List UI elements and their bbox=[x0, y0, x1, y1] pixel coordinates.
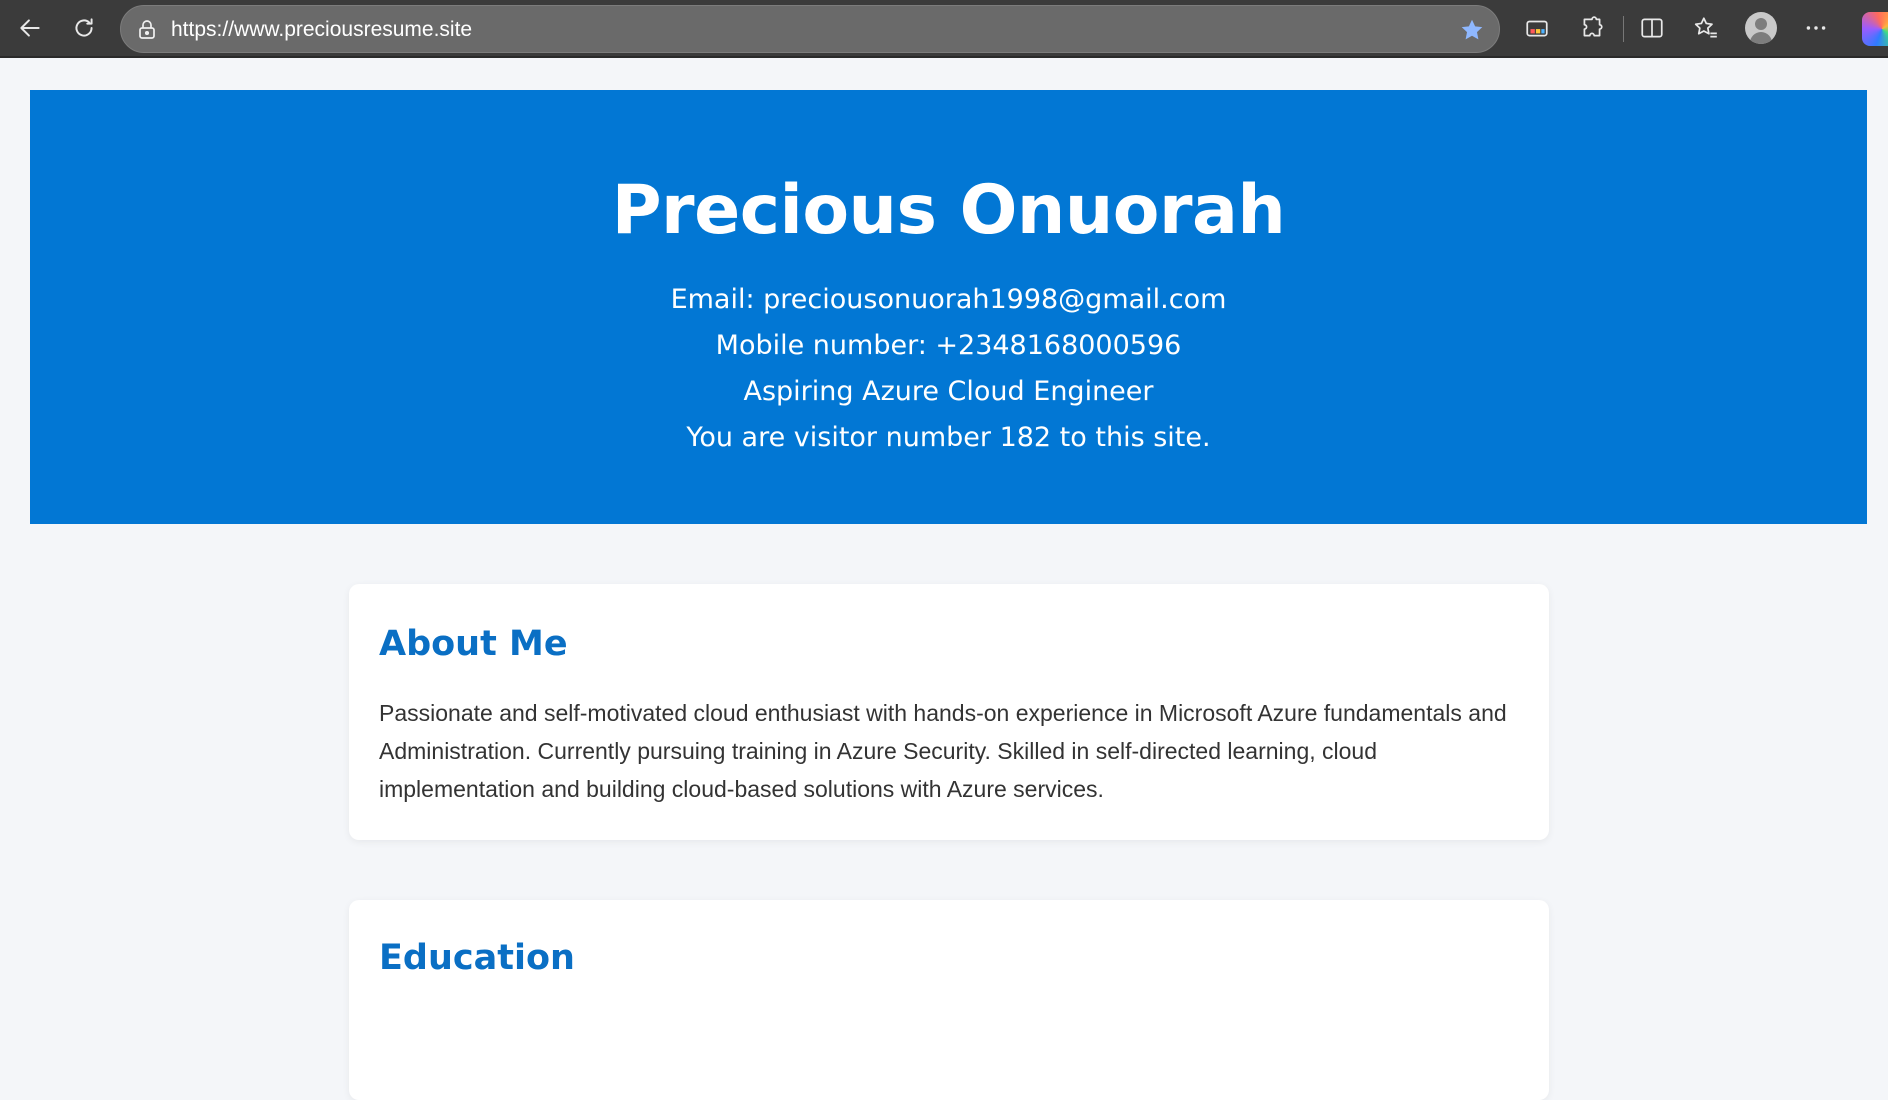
split-screen-icon[interactable] bbox=[1634, 10, 1670, 46]
more-options-icon[interactable] bbox=[1798, 10, 1834, 46]
url-text[interactable]: https://www.preciousresume.site bbox=[171, 18, 472, 42]
mobile-line: Mobile number: +2348168000596 bbox=[715, 330, 1182, 361]
profile-avatar-icon[interactable] bbox=[1745, 12, 1777, 44]
role-line: Aspiring Azure Cloud Engineer bbox=[743, 376, 1154, 407]
toolbar-divider bbox=[1623, 16, 1624, 42]
address-bar[interactable]: https://www.preciousresume.site bbox=[120, 5, 1500, 53]
education-section: Education bbox=[349, 900, 1549, 1100]
education-title: Education bbox=[379, 938, 575, 978]
lock-icon[interactable] bbox=[135, 18, 159, 42]
about-title: About Me bbox=[379, 624, 568, 664]
back-arrow-icon[interactable] bbox=[12, 10, 48, 46]
profile-header: Precious Onuorah Email: preciousonuorah1… bbox=[30, 90, 1867, 524]
extensions-icon[interactable] bbox=[1574, 10, 1610, 46]
favorite-star-icon[interactable] bbox=[1459, 17, 1485, 43]
visitor-counter: You are visitor number 182 to this site. bbox=[686, 422, 1211, 453]
email-line: Email: preciousonuorah1998@gmail.com bbox=[670, 284, 1227, 315]
about-body: Passionate and self-motivated cloud enth… bbox=[379, 700, 1507, 802]
refresh-icon[interactable] bbox=[66, 10, 102, 46]
media-cast-icon[interactable] bbox=[1519, 10, 1555, 46]
favorites-icon[interactable] bbox=[1688, 10, 1724, 46]
profile-name: Precious Onuorah bbox=[611, 171, 1286, 250]
copilot-icon[interactable] bbox=[1862, 12, 1888, 46]
browser-toolbar: https://www.preciousresume.site bbox=[0, 0, 1888, 58]
about-section: About Me Passionate and self-motivated c… bbox=[349, 584, 1549, 840]
